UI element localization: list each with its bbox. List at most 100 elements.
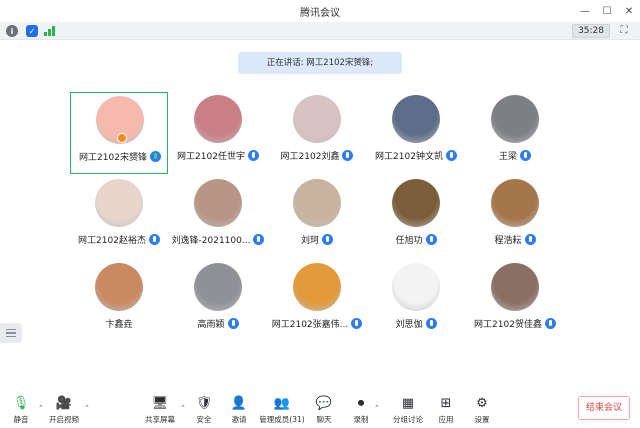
mic-status-icon bbox=[253, 233, 265, 245]
participant-namebar: 网工2102贺佳鑫 bbox=[466, 316, 564, 330]
minimize-button[interactable]: — bbox=[574, 0, 596, 22]
window-title: 腾讯会议 bbox=[300, 7, 340, 19]
meeting-window: 腾讯会议 — ☐ ✕ i ✓ 35:28 ⛶ 正在讲话: 网工2102宋赟锋; … bbox=[0, 0, 640, 428]
avatar bbox=[491, 95, 539, 143]
participant-tile[interactable]: 程浩耘 bbox=[466, 176, 564, 258]
mic-status-icon bbox=[520, 149, 531, 161]
participant-name: 任旭功 bbox=[395, 235, 423, 246]
avatar bbox=[491, 263, 539, 311]
video-button[interactable]: 🎥 开启视频 bbox=[46, 394, 82, 426]
apps-icon: ⊞ bbox=[440, 395, 452, 411]
avatar bbox=[293, 95, 341, 143]
share-options-caret[interactable]: ⌃ bbox=[180, 404, 186, 412]
participant-tile[interactable]: 刘珂 bbox=[268, 176, 366, 258]
participant-namebar: 网工2102张嘉伟... bbox=[268, 316, 366, 330]
mic-status-icon bbox=[425, 233, 437, 245]
participant-name: 网工2102刘鑫 bbox=[280, 151, 340, 162]
end-meeting-button[interactable]: 结束会议 bbox=[578, 396, 630, 420]
participant-name: 网工2102钟文凯 bbox=[375, 151, 443, 162]
camera-off-icon: 🎥 bbox=[55, 395, 73, 411]
mic-status-icon bbox=[425, 317, 437, 329]
mic-status-icon bbox=[322, 233, 333, 245]
security-shield-icon: 🛡 bbox=[195, 395, 213, 411]
breakout-icon: ▦ bbox=[401, 395, 415, 411]
participant-tile[interactable]: 高雨颖 bbox=[169, 260, 267, 342]
participant-tile[interactable]: 网工2102宋赟锋 bbox=[70, 92, 168, 174]
security-button[interactable]: 🛡 安全 bbox=[194, 394, 214, 426]
gear-icon: ⚙ bbox=[476, 395, 488, 411]
participant-namebar: 任旭功 bbox=[367, 232, 465, 246]
signal-icon[interactable] bbox=[44, 26, 56, 36]
mic-status-icon bbox=[148, 233, 160, 245]
participant-namebar: 刘逸锋-2021100... bbox=[169, 232, 267, 246]
shield-icon[interactable]: ✓ bbox=[26, 25, 38, 37]
fullscreen-icon[interactable]: ⛶ bbox=[618, 25, 630, 37]
participant-name: 王梁 bbox=[498, 151, 517, 162]
participant-name: 网工2102张嘉伟... bbox=[271, 319, 349, 330]
participant-name: 网工2102贺佳鑫 bbox=[474, 319, 542, 330]
participant-tile[interactable]: 网工2102赵裕杰 bbox=[70, 176, 168, 258]
participant-name: 程浩耘 bbox=[494, 235, 522, 246]
settings-button[interactable]: ⚙ 设置 bbox=[472, 394, 492, 426]
participant-tile[interactable]: 任旭功 bbox=[367, 176, 465, 258]
participant-tile[interactable]: 网工2102刘鑫 bbox=[268, 92, 366, 174]
participant-namebar: 网工2102任世宇 bbox=[169, 148, 267, 162]
mute-options-caret[interactable]: ⌃ bbox=[38, 404, 44, 412]
avatar bbox=[293, 179, 341, 227]
meeting-timer: 35:28 bbox=[572, 24, 610, 38]
participant-name: 卞鑫垚 bbox=[105, 319, 133, 330]
mic-status-icon bbox=[247, 149, 259, 161]
title-bar: 腾讯会议 — ☐ ✕ bbox=[0, 0, 640, 22]
participant-namebar: 王梁 bbox=[466, 148, 564, 162]
mic-status-icon bbox=[342, 149, 354, 161]
mic-status-icon bbox=[544, 317, 556, 329]
invite-button[interactable]: 👤 邀请 bbox=[229, 394, 249, 426]
participant-tile[interactable]: 刘思伽 bbox=[367, 260, 465, 342]
participant-name: 刘逸锋-2021100... bbox=[171, 235, 251, 246]
avatar bbox=[194, 263, 242, 311]
participant-tile[interactable]: 卞鑫垚 bbox=[70, 260, 168, 342]
mic-status-icon bbox=[227, 317, 239, 329]
apps-button[interactable]: ⊞ 应用 bbox=[436, 394, 456, 426]
chat-button[interactable]: 💬 聊天 bbox=[314, 394, 334, 426]
participant-tile[interactable]: 王梁 bbox=[466, 92, 564, 174]
avatar bbox=[194, 95, 242, 143]
video-options-caret[interactable]: ⌃ bbox=[84, 404, 90, 412]
close-button[interactable]: ✕ bbox=[618, 0, 640, 22]
participant-tile[interactable]: 网工2102贺佳鑫 bbox=[466, 260, 564, 342]
record-options-caret[interactable]: ⌃ bbox=[374, 404, 380, 412]
participant-tile[interactable]: 刘逸锋-2021100... bbox=[169, 176, 267, 258]
avatar bbox=[392, 179, 440, 227]
members-icon: 👥 bbox=[273, 395, 291, 411]
manage-members-button[interactable]: 👥 管理成员(31) bbox=[259, 394, 304, 426]
participant-tile[interactable]: 网工2102任世宇 bbox=[169, 92, 267, 174]
participant-namebar: 卞鑫垚 bbox=[70, 316, 168, 330]
participant-namebar: 程浩耘 bbox=[466, 232, 564, 246]
record-button[interactable]: ⏺ 录制 bbox=[351, 394, 371, 426]
bottom-toolbar: 🎙 静音 ⌃ 🎥 开启视频 ⌃ 🖥 共享屏幕 ⌃ 🛡 安全 👤 邀请 👥 管理成… bbox=[0, 392, 640, 428]
participant-namebar: 网工2102赵裕杰 bbox=[70, 232, 168, 246]
participant-tile[interactable]: 网工2102钟文凯 bbox=[367, 92, 465, 174]
participant-name: 高雨颖 bbox=[197, 319, 225, 330]
breakout-button[interactable]: ▦ 分组讨论 bbox=[392, 394, 424, 426]
participant-namebar: 网工2102刘鑫 bbox=[268, 148, 366, 162]
side-panel-handle[interactable] bbox=[0, 323, 22, 343]
avatar bbox=[491, 179, 539, 227]
mic-status-icon bbox=[445, 149, 457, 161]
avatar bbox=[194, 179, 242, 227]
avatar bbox=[293, 263, 341, 311]
avatar bbox=[392, 263, 440, 311]
participant-name: 网工2102赵裕杰 bbox=[78, 235, 146, 246]
share-screen-button[interactable]: 🖥 共享屏幕 bbox=[144, 394, 176, 426]
avatar bbox=[95, 263, 143, 311]
status-bar: i ✓ 35:28 ⛶ bbox=[0, 22, 640, 40]
participant-namebar: 刘珂 bbox=[268, 232, 366, 246]
maximize-button[interactable]: ☐ bbox=[596, 0, 618, 22]
mute-button[interactable]: 🎙 静音 bbox=[8, 394, 34, 426]
avatar bbox=[95, 179, 143, 227]
info-icon[interactable]: i bbox=[6, 25, 18, 37]
participant-namebar: 高雨颖 bbox=[169, 316, 267, 330]
record-icon: ⏺ bbox=[357, 395, 365, 411]
participant-tile[interactable]: 网工2102张嘉伟... bbox=[268, 260, 366, 342]
invite-user-icon: 👤 bbox=[230, 395, 248, 411]
